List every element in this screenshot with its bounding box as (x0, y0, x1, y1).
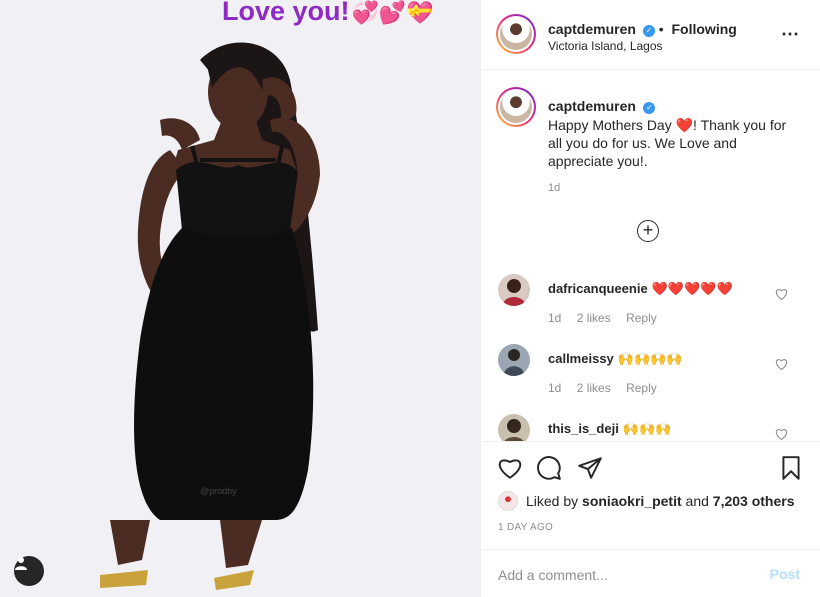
commenter-avatar[interactable] (498, 414, 530, 441)
like-comment-heart-icon[interactable] (775, 288, 788, 300)
caption-username[interactable]: captdemuren (548, 98, 636, 114)
photo-text-overlay: Love you!💞💕💝 (222, 0, 434, 27)
photo-watermark: @prodby (200, 486, 237, 496)
add-comment-bar: Post (482, 549, 820, 597)
user-tag-button[interactable] (14, 556, 44, 586)
post-side-panel: captdemuren ✓ • Following Victoria Islan… (482, 0, 820, 597)
comment-likes[interactable]: 2 likes (577, 381, 611, 395)
comment-time[interactable]: 1d (548, 311, 561, 325)
caption-author-line: captdemuren ✓ (548, 98, 656, 116)
comment-item: dafricanqueenie ❤️❤️❤️❤️❤️ 1d 2 likes Rep… (482, 274, 820, 344)
comment-likes[interactable]: 2 likes (577, 311, 611, 325)
likes-count[interactable]: 7,203 others (713, 493, 795, 509)
post-header: captdemuren ✓ • Following Victoria Islan… (482, 0, 820, 70)
comment-bubble-icon[interactable] (536, 455, 562, 481)
author-line: captdemuren ✓ • Following (548, 21, 737, 37)
like-comment-heart-icon[interactable] (775, 428, 788, 440)
comment-time[interactable]: 1d (548, 381, 561, 395)
header-separator: • (658, 21, 664, 37)
comment-meta: 1d 2 likes Reply (548, 381, 669, 395)
reply-button[interactable]: Reply (626, 311, 657, 325)
verified-badge-icon: ✓ (642, 25, 655, 37)
post-location[interactable]: Victoria Island, Lagos (548, 39, 663, 53)
reply-button[interactable]: Reply (626, 381, 657, 395)
like-comment-heart-icon[interactable] (775, 358, 788, 370)
comment-meta: 1d 2 likes Reply (548, 311, 669, 325)
post-date[interactable]: 1 DAY AGO (498, 522, 553, 533)
comment-text: this_is_deji 🙌🙌🙌 (548, 421, 671, 437)
liker-username[interactable]: soniaokri_petit (582, 493, 682, 509)
save-bookmark-icon[interactable] (778, 455, 804, 481)
comment-body: ❤️❤️❤️❤️❤️ (651, 281, 733, 296)
comment-body: 🙌🙌🙌🙌 (617, 351, 683, 366)
comment-body: 🙌🙌🙌 (622, 421, 672, 436)
share-paper-plane-icon[interactable] (577, 455, 603, 481)
comment-text: dafricanqueenie ❤️❤️❤️❤️❤️ (548, 281, 733, 297)
liker-avatar[interactable] (498, 491, 518, 511)
add-comment-input[interactable] (498, 564, 748, 586)
following-button[interactable]: Following (672, 21, 737, 37)
liked-by-and: and (685, 493, 709, 509)
verified-badge-icon: ✓ (643, 102, 656, 114)
comments-list[interactable]: captdemuren ✓ Happy Mothers Day ❤️! Than… (482, 71, 820, 441)
commenter-username[interactable]: callmeissy (548, 351, 614, 366)
comment-item: this_is_deji 🙌🙌🙌 (482, 414, 820, 441)
liked-by-line: Liked by soniaokri_petit and 7,203 other… (498, 491, 795, 511)
author-username[interactable]: captdemuren (548, 21, 636, 37)
caption-timestamp[interactable]: 1d (548, 182, 560, 194)
post-comment-button[interactable]: Post (770, 566, 800, 582)
author-avatar[interactable] (496, 14, 536, 54)
person-icon (15, 557, 27, 570)
post-actions-section: Liked by soniaokri_petit and 7,203 other… (482, 441, 820, 597)
post-photo[interactable]: Love you!💞💕💝 @prodby (0, 0, 481, 597)
commenter-username[interactable]: dafricanqueenie (548, 281, 648, 296)
commenter-avatar[interactable] (498, 344, 530, 376)
comment-item: callmeissy 🙌🙌🙌🙌 1d 2 likes Reply (482, 344, 820, 414)
commenter-username[interactable]: this_is_deji (548, 421, 619, 436)
photo-caption-text: Love you! (222, 0, 350, 26)
comment-text: callmeissy 🙌🙌🙌🙌 (548, 351, 683, 367)
model-figure-illustration (0, 0, 480, 597)
liked-by-prefix: Liked by (526, 493, 579, 509)
like-heart-icon[interactable] (497, 455, 523, 481)
more-options-icon[interactable]: ⋯ (781, 24, 800, 45)
photo-caption-hearts: 💞💕💝 (351, 0, 434, 25)
load-more-comments-icon[interactable]: + (637, 220, 659, 242)
commenter-avatar[interactable] (498, 274, 530, 306)
caption-text: Happy Mothers Day ❤️! Thank you for all … (548, 117, 787, 169)
caption-author-avatar[interactable] (496, 87, 536, 127)
